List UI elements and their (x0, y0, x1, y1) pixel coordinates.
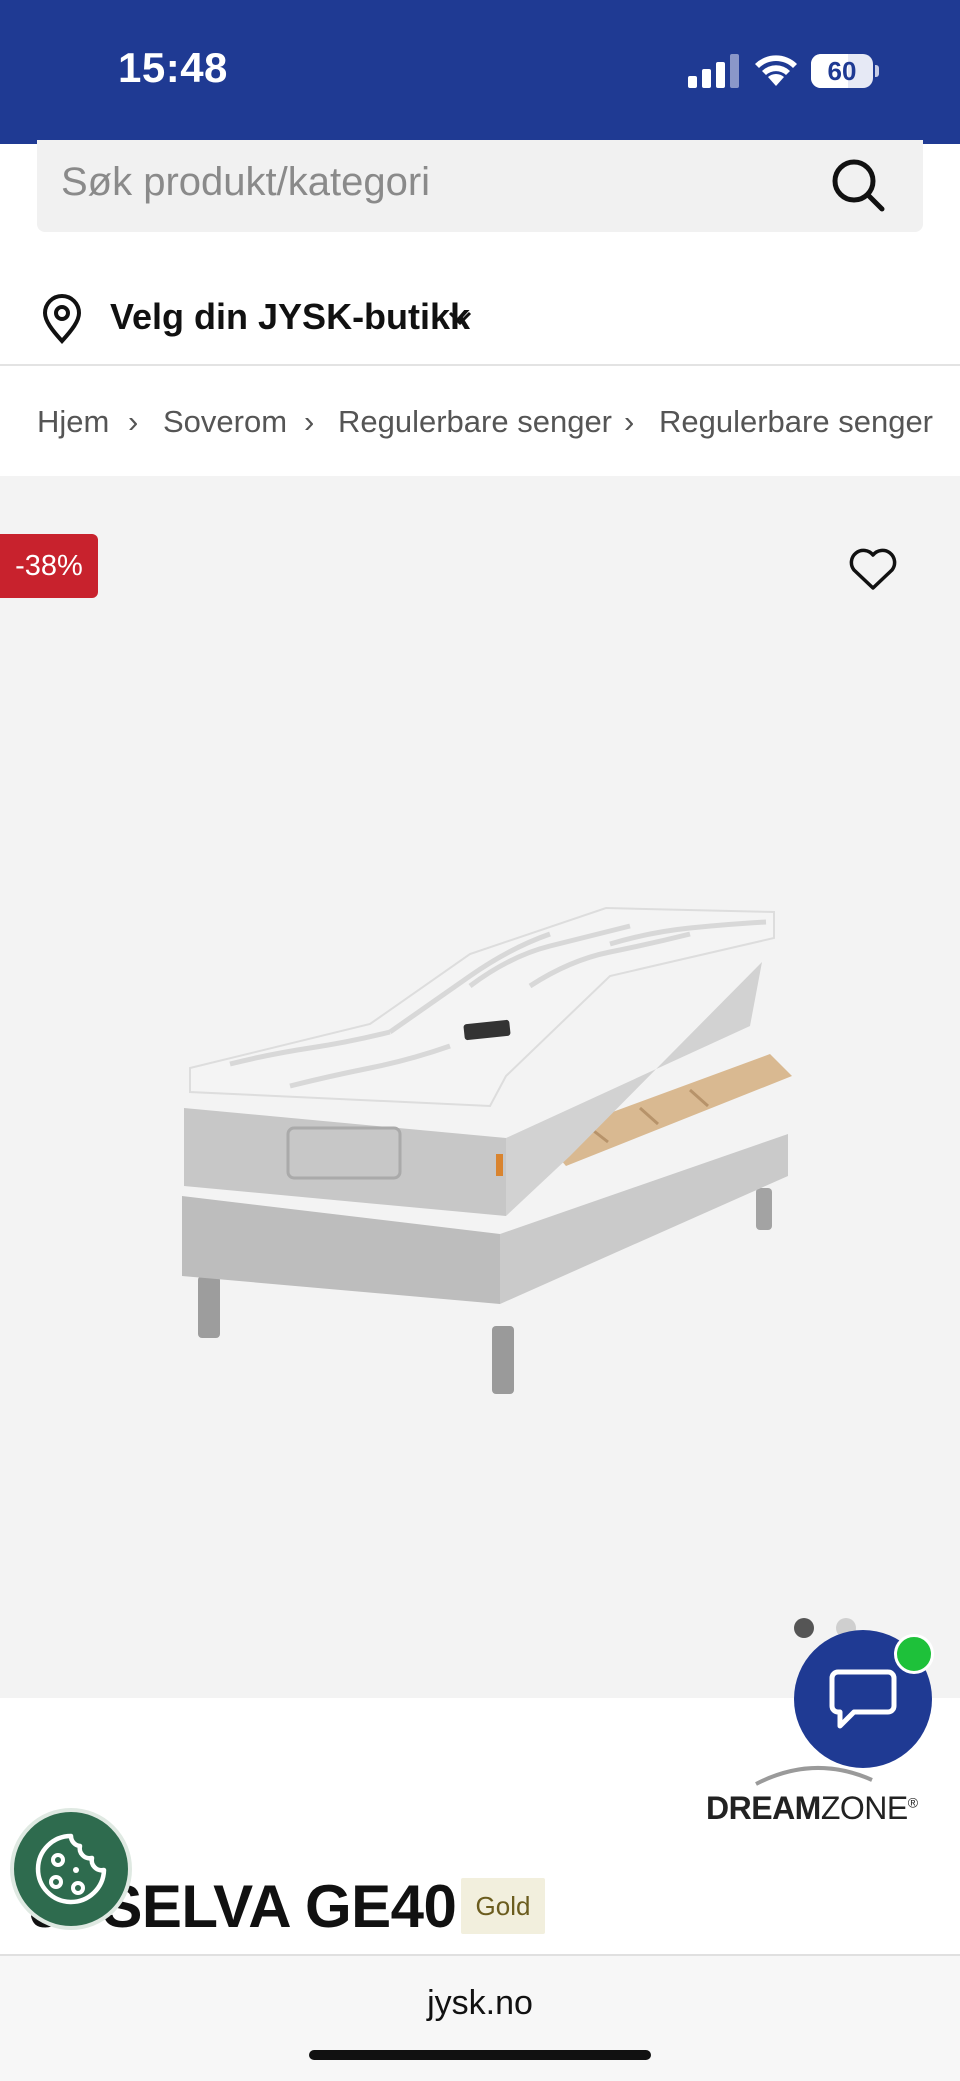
breadcrumb-item-regulerbare-senger-current[interactable]: Regulerbare senger (659, 404, 933, 440)
search-icon[interactable] (827, 154, 889, 216)
chat-button[interactable] (794, 1630, 934, 1768)
battery-level: 60 (827, 56, 857, 86)
location-pin-icon (42, 294, 82, 344)
dreamzone-logo: DREAMZONE® (706, 1762, 926, 1826)
breadcrumb-separator: › (624, 404, 635, 439)
store-selector[interactable]: Velg din JYSK-butikk (0, 270, 960, 366)
tier-badge: Gold (461, 1878, 545, 1934)
breadcrumb-item-hjem[interactable]: Hjem (37, 404, 109, 440)
status-time: 15:48 (118, 44, 228, 91)
gallery-dot-active[interactable] (794, 1618, 814, 1638)
product-gallery[interactable]: -38% (0, 476, 960, 1698)
breadcrumb-item-regulerbare-senger[interactable]: Regulerbare senger (338, 404, 612, 440)
url-text[interactable]: jysk.no (0, 1984, 960, 2023)
battery-icon: 60 (811, 54, 879, 88)
home-indicator[interactable] (309, 2050, 651, 2060)
brand-name-regular: ZONE (820, 1790, 908, 1826)
logo-swoosh (755, 1766, 873, 1786)
wifi-icon (755, 55, 797, 86)
store-selector-label[interactable]: Velg din JYSK-butikk (110, 296, 470, 338)
brand-name-bold: DREAM (706, 1790, 821, 1826)
breadcrumb: Hjem › Soverom › Regulerbare senger › Re… (0, 368, 960, 476)
chevron-down-icon[interactable] (447, 306, 473, 330)
brand-mark: ® (907, 1794, 918, 1811)
search-bar[interactable]: Søk produkt/kategori (37, 140, 923, 232)
browser-address-bar[interactable]: jysk.no (0, 1954, 960, 2081)
breadcrumb-item-soverom[interactable]: Soverom (163, 404, 287, 440)
search-input[interactable]: Søk produkt/kategori (61, 160, 430, 205)
breadcrumb-separator: › (128, 404, 139, 439)
cellular-signal-icon (688, 54, 739, 88)
chat-bubble-icon (829, 1669, 897, 1729)
adjustable-bed-image (182, 906, 792, 1394)
cookie-icon (35, 1833, 107, 1905)
status-bar: 15:48 60 (0, 0, 960, 144)
discount-badge: -38% (0, 534, 98, 598)
breadcrumb-separator: › (304, 404, 315, 439)
cookie-settings-button[interactable] (10, 1808, 132, 1930)
heart-icon[interactable] (848, 546, 898, 592)
online-status-indicator (894, 1634, 934, 1674)
